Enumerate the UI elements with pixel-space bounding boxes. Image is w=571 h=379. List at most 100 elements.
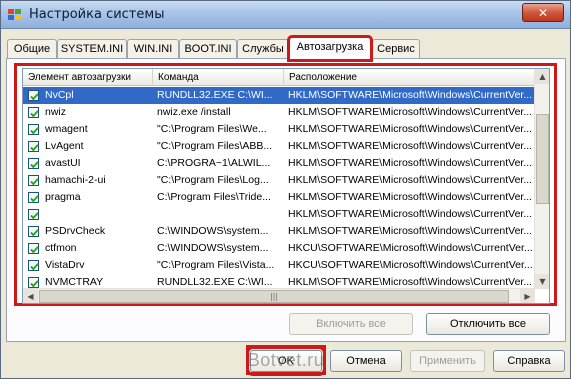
startup-item-checkbox[interactable] [28, 124, 39, 135]
tab-tools[interactable]: Сервис [372, 39, 420, 59]
startup-item-name: wmagent [45, 123, 88, 135]
site-watermark: Botvet.ru [246, 345, 326, 375]
startup-item-command: C:\PROGRA~1\ALWIL... [157, 157, 271, 169]
close-button[interactable]: ✕ [522, 3, 564, 22]
disable-all-button[interactable]: Отключить все [426, 313, 550, 335]
checkmark-icon [30, 93, 39, 101]
startup-item-row[interactable]: HKLM\SOFTWARE\Microsoft\Windows\CurrentV… [23, 206, 535, 223]
checkmark-icon [30, 110, 39, 118]
startup-item-row[interactable]: hamachi-2-ui "C:\Program Files\Log... HKLM… [23, 172, 535, 189]
checkmark-icon [30, 127, 39, 135]
tab-system-ini[interactable]: SYSTEM.INI [57, 39, 127, 59]
startup-item-name: LvAgent [45, 140, 84, 152]
startup-item-checkbox[interactable] [28, 277, 39, 288]
startup-item-location: HKLM\SOFTWARE\Microsoft\Windows\CurrentV… [288, 191, 533, 203]
checkmark-icon [30, 246, 39, 254]
startup-item-row[interactable]: NvCpl RUNDLL32.EXE C:\WI... HKLM\SOFTWARE\… [23, 87, 535, 104]
startup-item-name: VistaDrv [45, 259, 85, 271]
startup-item-row[interactable]: nwiz nwiz.exe /install HKLM\SOFTWARE\Micro… [23, 104, 535, 121]
startup-item-command: "C:\Program Files\We... [157, 123, 267, 135]
checkmark-icon [30, 229, 39, 237]
startup-item-name: PSDrvCheck [45, 225, 106, 237]
startup-item-location: HKLM\SOFTWARE\Microsoft\Windows\CurrentV… [288, 157, 533, 169]
column-header-location[interactable]: Расположение [284, 69, 535, 86]
startup-item-checkbox[interactable] [28, 141, 39, 152]
startup-item-checkbox[interactable] [28, 158, 39, 169]
scroll-right-icon[interactable]: ▶ [520, 289, 535, 303]
scroll-left-icon[interactable]: ◀ [23, 289, 38, 303]
startup-item-row[interactable]: pragma C:\Program Files\Tride... HKLM\SOFT… [23, 189, 535, 206]
startup-item-name: hamachi-2-ui [45, 174, 106, 186]
startup-item-location: HKCU\SOFTWARE\Microsoft\Windows\CurrentV… [288, 242, 533, 254]
tab-services[interactable]: Службы [237, 39, 289, 59]
checkmark-icon [30, 212, 39, 220]
startup-item-location: HKCU\SOFTWARE\Microsoft\Windows\CurrentV… [288, 259, 533, 271]
startup-item-name: avastUI [45, 157, 81, 169]
startup-item-name: pragma [45, 191, 81, 203]
title-bar[interactable]: Настройка системы ✕ [1, 1, 570, 29]
apply-button[interactable]: Применить [410, 350, 485, 372]
enable-all-button[interactable]: Включить все [289, 313, 413, 335]
startup-item-location: HKLM\SOFTWARE\Microsoft\Windows\CurrentV… [288, 208, 533, 220]
startup-item-location: HKLM\SOFTWARE\Microsoft\Windows\CurrentV… [288, 123, 533, 135]
checkmark-icon [30, 263, 39, 271]
startup-list-highlight: Элемент автозагрузки Команда Расположени… [14, 63, 557, 306]
vertical-scroll-thumb[interactable] [536, 114, 549, 204]
startup-item-name: nwiz [45, 106, 67, 118]
startup-item-name: NvCpl [45, 89, 74, 101]
startup-item-command: RUNDLL32.EXE C:\WI... [157, 89, 273, 101]
startup-item-row[interactable]: ctfmon C:\WINDOWS\system... HKCU\SOFTWARE\… [23, 240, 535, 257]
startup-item-checkbox[interactable] [28, 107, 39, 118]
checkmark-icon [30, 144, 39, 152]
startup-item-command: nwiz.exe /install [157, 106, 231, 118]
startup-item-location: HKLM\SOFTWARE\Microsoft\Windows\CurrentV… [288, 89, 533, 101]
horizontal-scrollbar[interactable]: ◀ ||| ▶ [23, 288, 535, 303]
startup-item-location: HKLM\SOFTWARE\Microsoft\Windows\CurrentV… [288, 106, 533, 118]
help-button[interactable]: Справка [493, 350, 565, 372]
window-title: Настройка системы [29, 7, 165, 22]
startup-item-name [45, 206, 151, 223]
checkmark-icon [30, 195, 39, 203]
startup-item-command: "C:\Program Files\Vista... [157, 259, 275, 271]
system-configuration-window: Настройка системы ✕ Общие SYSTEM.INI WIN… [0, 0, 571, 379]
startup-item-command: C:\WINDOWS\system... [157, 242, 269, 254]
scroll-grip-icon: ||| [269, 292, 279, 301]
startup-item-command [157, 206, 282, 223]
startup-item-checkbox[interactable] [28, 192, 39, 203]
column-header-item[interactable]: Элемент автозагрузки [23, 69, 153, 86]
startup-item-checkbox[interactable] [28, 175, 39, 186]
startup-item-checkbox[interactable] [28, 226, 39, 237]
startup-item-row[interactable]: PSDrvCheck C:\WINDOWS\system... HKLM\SOFTW… [23, 223, 535, 240]
windows-logo-icon [8, 9, 21, 20]
scroll-down-icon[interactable]: ▼ [535, 274, 549, 289]
scroll-up-icon[interactable]: ▲ [535, 69, 549, 84]
startup-item-checkbox[interactable] [28, 90, 39, 101]
cancel-button[interactable]: Отмена [330, 350, 402, 372]
startup-item-name: ctfmon [45, 242, 77, 254]
startup-item-row[interactable]: avastUI C:\PROGRA~1\ALWIL... HKLM\SOFTWARE… [23, 155, 535, 172]
vertical-scrollbar[interactable]: ▲ ▼ [534, 69, 549, 289]
close-icon: ✕ [537, 5, 549, 20]
startup-item-command: "C:\Program Files\ABB... [157, 140, 273, 152]
startup-item-checkbox[interactable] [28, 260, 39, 271]
horizontal-scroll-thumb[interactable]: ||| [39, 290, 509, 303]
startup-item-location: HKLM\SOFTWARE\Microsoft\Windows\CurrentV… [288, 174, 533, 186]
tab-general[interactable]: Общие [7, 39, 57, 59]
tab-win-ini[interactable]: WIN.INI [127, 39, 179, 59]
column-header-command[interactable]: Команда [153, 69, 284, 86]
tab-startup[interactable]: Автозагрузка [287, 35, 373, 62]
tab-strip: Общие SYSTEM.INI WIN.INI BOOT.INI Службы… [7, 35, 567, 62]
startup-items-list[interactable]: Элемент автозагрузки Команда Расположени… [22, 68, 550, 304]
checkmark-icon [30, 178, 39, 186]
startup-item-location: HKLM\SOFTWARE\Microsoft\Windows\CurrentV… [288, 140, 533, 152]
tab-boot-ini[interactable]: BOOT.INI [179, 39, 237, 59]
startup-item-checkbox[interactable] [28, 243, 39, 254]
startup-item-row[interactable]: VistaDrv "C:\Program Files\Vista... HKCU\S… [23, 257, 535, 274]
startup-item-location: HKLM\SOFTWARE\Microsoft\Windows\CurrentV… [288, 225, 533, 237]
startup-item-command: C:\WINDOWS\system... [157, 225, 269, 237]
startup-item-command: "C:\Program Files\Log... [157, 174, 269, 186]
startup-item-checkbox[interactable] [28, 209, 39, 220]
startup-item-row[interactable]: LvAgent "C:\Program Files\ABB... HKLM\SOFT… [23, 138, 535, 155]
checkmark-icon [30, 161, 39, 169]
startup-item-row[interactable]: wmagent "C:\Program Files\We... HKLM\SOFTW… [23, 121, 535, 138]
